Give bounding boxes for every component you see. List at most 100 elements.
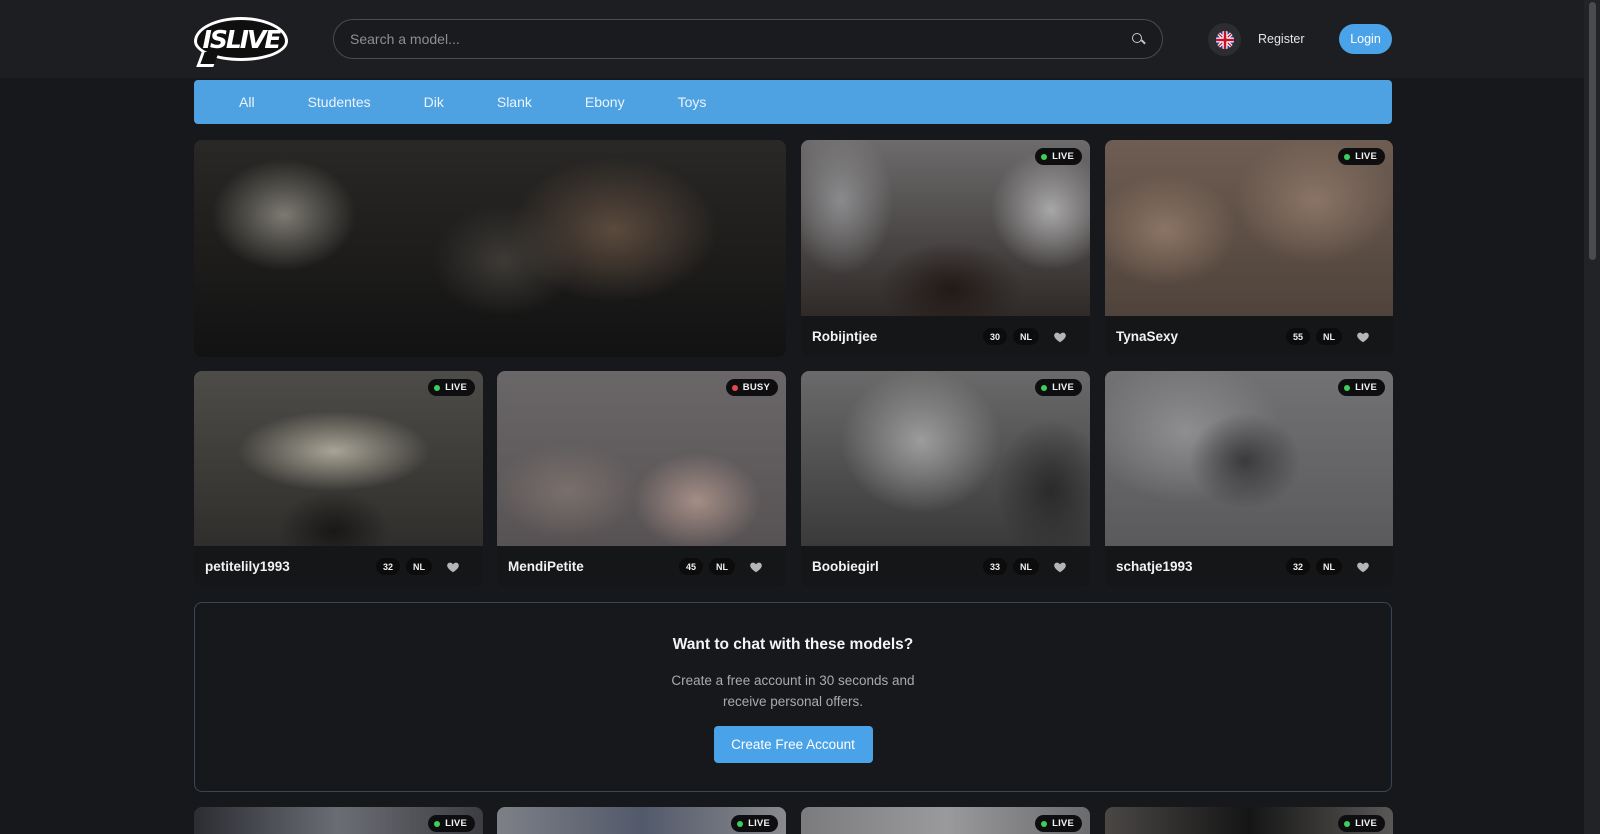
model-name[interactable]: Boobiegirl	[812, 559, 977, 574]
live-dot	[1041, 153, 1048, 160]
model-language: NL	[1316, 328, 1342, 345]
model-thumbnail	[194, 371, 483, 546]
logo-text: ISLIVE	[202, 24, 282, 54]
model-age: 55	[1285, 328, 1310, 345]
model-card[interactable]: BUSY MendiPetite 45 NL	[497, 371, 786, 587]
model-info-bar: TynaSexy 55 NL	[1105, 316, 1393, 357]
search-input[interactable]	[350, 31, 1130, 47]
heart-icon[interactable]	[446, 560, 460, 574]
uk-flag-icon	[1215, 30, 1234, 49]
category-all[interactable]: All	[239, 94, 255, 110]
search-icon[interactable]	[1130, 31, 1146, 47]
model-thumbnail	[801, 371, 1090, 546]
status-text: LIVE	[445, 382, 467, 393]
model-card[interactable]: LIVE	[1105, 807, 1393, 834]
status-text: LIVE	[1052, 151, 1074, 162]
model-card[interactable]: LIVE petitelily1993 32 NL	[194, 371, 483, 587]
model-info-bar: petitelily1993 32 NL	[194, 546, 483, 587]
status-badge: LIVE	[1338, 815, 1385, 832]
cta-text: Create a free account in 30 seconds and …	[671, 673, 915, 709]
model-card[interactable]: LIVE	[497, 807, 786, 834]
login-button[interactable]: Login	[1339, 24, 1392, 54]
model-name[interactable]: Robijntjee	[812, 329, 977, 344]
model-thumbnail	[1105, 140, 1393, 316]
page-scrollbar[interactable]	[1584, 0, 1600, 834]
category-slank[interactable]: Slank	[497, 94, 532, 110]
model-card[interactable]: LIVE	[194, 807, 483, 834]
status-text: LIVE	[748, 818, 770, 829]
model-age: 33	[982, 558, 1007, 575]
status-badge: BUSY	[725, 379, 778, 396]
live-dot	[1344, 384, 1351, 391]
model-language: NL	[406, 558, 432, 575]
model-name[interactable]: TynaSexy	[1116, 329, 1280, 344]
heart-icon[interactable]	[1053, 560, 1067, 574]
status-badge: LIVE	[428, 379, 475, 396]
live-dot	[1041, 820, 1048, 827]
live-dot	[434, 384, 441, 391]
model-info-bar: Robijntjee 30 NL	[801, 316, 1090, 357]
status-badge: LIVE	[1035, 379, 1082, 396]
status-text: LIVE	[1052, 382, 1074, 393]
category-dik[interactable]: Dik	[424, 94, 444, 110]
model-language: NL	[1013, 558, 1039, 575]
status-badge: LIVE	[1338, 148, 1385, 165]
register-link[interactable]: Register	[1258, 28, 1305, 50]
live-dot	[1344, 820, 1351, 827]
status-text: BUSY	[742, 382, 770, 393]
model-language: NL	[1316, 558, 1342, 575]
status-text: LIVE	[1355, 382, 1377, 393]
model-age: 30	[982, 328, 1007, 345]
live-dot	[434, 820, 441, 827]
status-badge: LIVE	[731, 815, 778, 832]
model-thumbnail	[801, 140, 1090, 316]
model-card[interactable]: LIVE schatje1993 32 NL	[1105, 371, 1393, 587]
status-badge: LIVE	[1035, 815, 1082, 832]
live-dot	[1344, 153, 1351, 160]
model-thumbnail	[194, 140, 786, 357]
status-text: LIVE	[1355, 818, 1377, 829]
search-bar[interactable]	[333, 19, 1163, 59]
category-studentes[interactable]: Studentes	[308, 94, 371, 110]
scrollbar-thumb[interactable]	[1589, 2, 1596, 260]
model-name[interactable]: petitelily1993	[205, 559, 370, 574]
heart-icon[interactable]	[1356, 330, 1370, 344]
heart-icon[interactable]	[749, 560, 763, 574]
language-selector[interactable]	[1208, 23, 1241, 56]
category-ebony[interactable]: Ebony	[585, 94, 625, 110]
heart-icon[interactable]	[1356, 560, 1370, 574]
signup-cta-panel: Want to chat with these models? Create a…	[194, 602, 1392, 792]
status-badge: LIVE	[1338, 379, 1385, 396]
category-toys[interactable]: Toys	[678, 94, 707, 110]
model-card[interactable]: LIVE TynaSexy 55 NL	[1105, 140, 1393, 357]
model-thumbnail	[497, 371, 786, 546]
model-name[interactable]: MendiPetite	[508, 559, 673, 574]
create-account-button[interactable]: Create Free Account	[713, 726, 873, 763]
cta-title: Want to chat with these models?	[672, 636, 914, 653]
status-text: LIVE	[1355, 151, 1377, 162]
live-dot	[1041, 384, 1048, 391]
status-badge: LIVE	[1035, 148, 1082, 165]
model-age: 45	[678, 558, 703, 575]
model-card[interactable]: LIVE Robijntjee 30 NL	[801, 140, 1090, 357]
heart-icon[interactable]	[1053, 330, 1067, 344]
model-info-bar: schatje1993 32 NL	[1105, 546, 1393, 587]
model-language: NL	[709, 558, 735, 575]
model-card[interactable]: LIVE	[801, 807, 1090, 834]
model-info-bar: MendiPetite 45 NL	[497, 546, 786, 587]
model-info-bar: Boobiegirl 33 NL	[801, 546, 1090, 587]
top-bar: ISLIVE Register Login	[0, 0, 1584, 78]
model-card[interactable]: LIVE Boobiegirl 33 NL	[801, 371, 1090, 587]
model-age: 32	[1285, 558, 1310, 575]
category-bar: All Studentes Dik Slank Ebony Toys	[194, 80, 1392, 124]
model-language: NL	[1013, 328, 1039, 345]
model-thumbnail	[1105, 371, 1393, 546]
site-logo[interactable]: ISLIVE	[194, 17, 288, 61]
model-name[interactable]: schatje1993	[1116, 559, 1280, 574]
status-text: LIVE	[1052, 818, 1074, 829]
busy-dot	[731, 384, 738, 391]
live-dot	[737, 820, 744, 827]
status-text: LIVE	[445, 818, 467, 829]
model-age: 32	[375, 558, 400, 575]
featured-model-card[interactable]	[194, 140, 786, 357]
